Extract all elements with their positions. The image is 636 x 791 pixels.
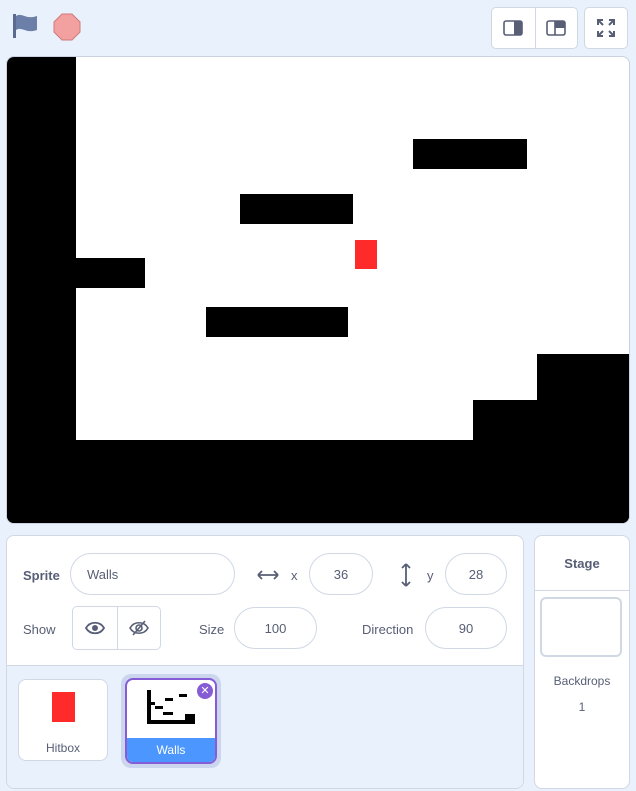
wall-platform-middle bbox=[240, 194, 353, 224]
stage-size-toggle bbox=[491, 7, 578, 49]
sprite-label: Sprite bbox=[23, 568, 60, 583]
size-field[interactable]: 100 bbox=[234, 607, 317, 649]
stage-thumbnail[interactable] bbox=[540, 597, 622, 657]
stop-button[interactable] bbox=[53, 13, 81, 41]
small-stage-button[interactable] bbox=[492, 8, 535, 48]
sprite-list: Hitbox ✕ Walls bbox=[7, 665, 523, 788]
sprite-tile-label: Walls bbox=[127, 738, 215, 762]
wall-ledge-left bbox=[76, 258, 145, 288]
delete-sprite-button[interactable]: ✕ bbox=[197, 683, 213, 699]
show-visible-button[interactable] bbox=[73, 607, 117, 649]
sprite-name-field[interactable]: Walls bbox=[70, 553, 235, 595]
wall-platform-lower bbox=[206, 307, 348, 337]
close-icon: ✕ bbox=[200, 685, 210, 697]
normal-stage-button[interactable] bbox=[534, 8, 578, 48]
wall-platform-top-right bbox=[413, 139, 527, 169]
wall-step-high bbox=[537, 354, 629, 523]
hitbox-thumbnail bbox=[52, 692, 75, 722]
y-field[interactable]: 28 bbox=[445, 553, 507, 595]
sprite-tile-hitbox[interactable]: Hitbox bbox=[18, 679, 108, 761]
eye-slash-icon bbox=[128, 620, 149, 636]
x-label: x bbox=[291, 568, 298, 583]
stage-selector-pane: Stage Backdrops 1 bbox=[534, 535, 630, 789]
green-flag-button[interactable] bbox=[10, 12, 40, 40]
stage-header-bar bbox=[0, 0, 636, 54]
hitbox-sprite[interactable] bbox=[355, 240, 377, 269]
show-toggle bbox=[72, 606, 161, 650]
stage-canvas[interactable] bbox=[6, 56, 630, 524]
fullscreen-button[interactable] bbox=[584, 7, 628, 49]
stage-title: Stage bbox=[535, 536, 629, 591]
show-hidden-button[interactable] bbox=[116, 607, 161, 649]
show-label: Show bbox=[23, 622, 56, 637]
sprite-tile-walls[interactable]: ✕ Walls bbox=[125, 678, 217, 764]
sprite-tile-label: Hitbox bbox=[45, 741, 80, 755]
direction-label: Direction bbox=[362, 622, 414, 637]
normal-stage-icon bbox=[546, 20, 567, 36]
backdrops-count: 1 bbox=[578, 700, 586, 714]
y-label: y bbox=[427, 568, 434, 583]
horizontal-arrows-icon bbox=[257, 570, 279, 580]
flag-icon bbox=[13, 14, 37, 38]
sprite-info: Sprite Walls x 36 y 28 Show Size 100 Dir… bbox=[7, 536, 523, 664]
direction-field[interactable]: 90 bbox=[425, 607, 507, 649]
walls-thumbnail bbox=[147, 690, 195, 724]
small-stage-icon bbox=[503, 20, 524, 36]
vertical-arrows-icon bbox=[401, 563, 411, 587]
x-field[interactable]: 36 bbox=[309, 553, 373, 595]
backdrops-label: Backdrops bbox=[553, 674, 611, 688]
size-label: Size bbox=[199, 622, 225, 637]
sprite-info-pane: Sprite Walls x 36 y 28 Show Size 100 Dir… bbox=[6, 535, 524, 789]
fullscreen-icon bbox=[597, 19, 615, 37]
stop-icon bbox=[53, 13, 81, 41]
eye-icon bbox=[84, 621, 105, 635]
